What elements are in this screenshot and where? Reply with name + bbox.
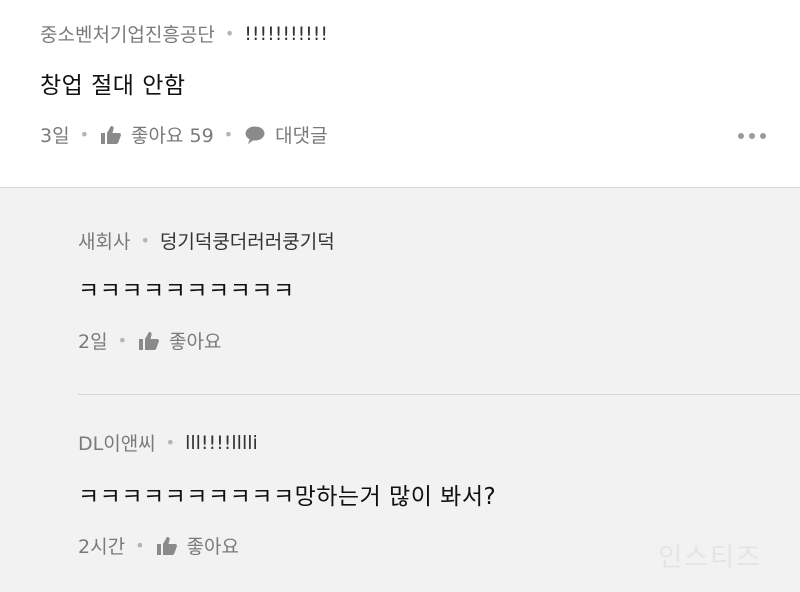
comment-time: 3일 (40, 125, 70, 147)
like-label: 좋아요 59 (131, 125, 214, 147)
like-button[interactable]: 좋아요 (137, 327, 221, 354)
more-options-button[interactable] (738, 133, 766, 139)
author-nickname[interactable]: 덩기덕쿵더러러쿵기덕 (160, 227, 335, 254)
action-separator: • (117, 331, 128, 350)
author-nickname[interactable]: lll!!!!lllli (185, 432, 258, 454)
reply-actions: 2시간 • 좋아요 (78, 532, 239, 559)
main-comment: 중소벤처기업진흥공단 • !!!!!!!!!!! 창업 절대 안함 3일 • 좋… (0, 0, 800, 188)
thumbs-up-icon (137, 330, 161, 352)
watermark-logo: 인스티즈 (658, 543, 762, 573)
reply-meta: DL이앤씨 • lll!!!!lllli (78, 429, 258, 456)
more-horizontal-icon-dot (760, 133, 766, 139)
action-separator: • (223, 125, 234, 144)
author-company[interactable]: 중소벤처기업진흥공단 (40, 20, 215, 47)
more-horizontal-icon-dot (749, 133, 755, 139)
like-button[interactable]: 좋아요 (155, 532, 239, 559)
reply-divider (78, 394, 800, 395)
comment-actions: 3일 • 좋아요 59 • 대댓글 (40, 121, 328, 148)
meta-separator: • (140, 231, 150, 250)
comment-meta: 중소벤처기업진흥공단 • !!!!!!!!!!! (40, 20, 328, 47)
reply-label: 대댓글 (275, 125, 328, 147)
author-company[interactable]: 새회사 (78, 227, 130, 254)
reply-time: 2일 (78, 331, 108, 353)
like-button[interactable]: 좋아요 59 (99, 121, 214, 148)
reply-text: ㅋㅋㅋㅋㅋㅋㅋㅋㅋㅋ (78, 278, 295, 304)
like-label: 좋아요 (186, 536, 239, 558)
reply-button[interactable]: 대댓글 (243, 121, 328, 148)
author-company[interactable]: DL이앤씨 (78, 429, 156, 456)
meta-separator: • (165, 433, 176, 452)
thumbs-up-icon (155, 535, 179, 557)
comment-text: 창업 절대 안함 (40, 73, 186, 99)
comment-thread: 중소벤처기업진흥공단 • !!!!!!!!!!! 창업 절대 안함 3일 • 좋… (0, 0, 800, 592)
more-horizontal-icon-dot (738, 133, 744, 139)
speech-bubble-icon (243, 124, 267, 146)
reply-list: 새회사 • 덩기덕쿵더러러쿵기덕 ㅋㅋㅋㅋㅋㅋㅋㅋㅋㅋ 2일 • 좋아요 DL이… (0, 189, 800, 592)
like-label: 좋아요 (169, 331, 222, 353)
action-separator: • (79, 125, 90, 144)
reply-text: ㅋㅋㅋㅋㅋㅋㅋㅋㅋㅋ망하는거 많이 봐서? (78, 484, 497, 510)
reply-actions: 2일 • 좋아요 (78, 327, 221, 354)
action-separator: • (135, 536, 145, 555)
author-nickname[interactable]: !!!!!!!!!!! (244, 23, 328, 45)
reply-meta: 새회사 • 덩기덕쿵더러러쿵기덕 (78, 227, 335, 254)
thumbs-up-icon (99, 124, 123, 146)
meta-separator: • (224, 24, 235, 43)
reply-time: 2시간 (78, 536, 126, 558)
